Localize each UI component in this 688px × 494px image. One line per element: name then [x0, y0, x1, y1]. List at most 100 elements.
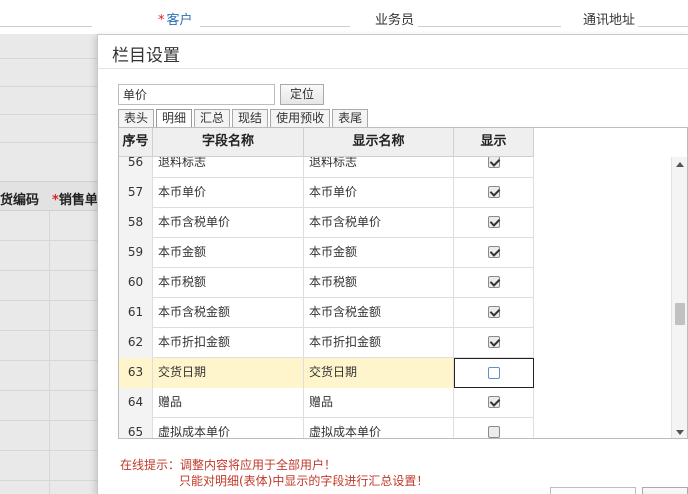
column-header-field-name[interactable]: 字段名称	[153, 128, 304, 157]
locate-button[interactable]: 定位	[280, 84, 324, 105]
display-name-cell[interactable]: 交货日期	[304, 358, 454, 388]
show-checkbox[interactable]	[487, 305, 500, 318]
show-cell[interactable]	[454, 268, 534, 298]
column-header-show[interactable]: 显示	[454, 128, 534, 157]
table-row[interactable]: 59 本币金额 本币金额	[119, 238, 534, 268]
table-row[interactable]: 60 本币税额 本币税额	[119, 268, 534, 298]
show-cell[interactable]	[454, 298, 534, 328]
row-number-cell[interactable]: 58	[119, 208, 153, 238]
show-cell[interactable]	[454, 328, 534, 358]
grid-line	[0, 300, 100, 301]
table-row[interactable]: 57 本币单价 本币单价	[119, 178, 534, 208]
vertical-scrollbar[interactable]	[671, 157, 687, 438]
field-name-cell[interactable]: 本币含税金额	[153, 298, 304, 328]
display-name-cell[interactable]: 本币金额	[304, 238, 454, 268]
salesperson-input-line[interactable]	[418, 26, 561, 27]
display-name-cell[interactable]: 本币折扣金额	[304, 328, 454, 358]
show-cell[interactable]	[454, 418, 534, 438]
tab-footer[interactable]: 表尾	[332, 109, 369, 127]
tab-summary[interactable]: 汇总	[194, 109, 231, 127]
tab-header[interactable]: 表头	[118, 109, 155, 127]
column-header-no[interactable]: 序号	[119, 128, 153, 157]
scroll-down-arrow-icon[interactable]	[676, 430, 684, 435]
field-underline	[0, 26, 92, 27]
display-name-cell[interactable]: 退料标志	[304, 157, 454, 178]
display-name-cell[interactable]: 本币税额	[304, 268, 454, 298]
field-name-cell[interactable]: 本币折扣金额	[153, 328, 304, 358]
row-number-cell[interactable]: 65	[119, 418, 153, 438]
show-cell[interactable]	[454, 238, 534, 268]
table-row[interactable]: 61 本币含税金额 本币含税金额	[119, 298, 534, 328]
show-cell[interactable]	[454, 157, 534, 178]
customer-input-line[interactable]	[200, 26, 350, 27]
grid-line	[0, 270, 100, 271]
row-number-cell[interactable]: 59	[119, 238, 153, 268]
salesperson-label: 业务员	[375, 13, 415, 28]
field-name-cell[interactable]: 本币金额	[153, 238, 304, 268]
grid-line	[0, 330, 100, 331]
customer-field-label: * 客户	[158, 9, 193, 28]
table-row[interactable]: 56 退料标志 退料标志	[119, 157, 534, 178]
show-cell[interactable]	[454, 358, 534, 388]
address-input-line[interactable]	[638, 26, 688, 27]
required-marker: *	[52, 193, 59, 208]
footer-input[interactable]	[550, 487, 636, 494]
online-tip-line2: 只能对明细(表体)中显示的字段进行汇总设置！	[179, 474, 429, 488]
row-number-cell[interactable]: 56	[119, 157, 153, 178]
scroll-up-arrow-icon[interactable]	[676, 162, 684, 167]
field-name-cell[interactable]: 本币单价	[153, 178, 304, 208]
field-name-cell[interactable]: 本币含税单价	[153, 208, 304, 238]
field-name-cell[interactable]: 退料标志	[153, 157, 304, 178]
show-checkbox[interactable]	[487, 157, 500, 168]
grid-header: 序号 字段名称 显示名称 显示	[119, 128, 534, 157]
show-checkbox[interactable]	[487, 245, 500, 258]
display-name-cell[interactable]: 本币含税金额	[304, 298, 454, 328]
sales-column-label: 销售单	[58, 193, 98, 208]
show-cell[interactable]	[454, 388, 534, 418]
display-name-cell[interactable]: 赠品	[304, 388, 454, 418]
confirm-button[interactable]	[642, 487, 688, 494]
background-form-header: * 客户 业务员 通讯地址	[0, 0, 688, 34]
grid-line	[0, 58, 100, 59]
tab-cash-settlement[interactable]: 现结	[232, 109, 269, 127]
show-checkbox[interactable]	[487, 395, 500, 408]
field-name-cell[interactable]: 交货日期	[153, 358, 304, 388]
goods-code-column-header: 货编码	[0, 193, 40, 208]
background-grid-header: 货编码 *销售单	[0, 181, 100, 211]
row-number-cell[interactable]: 64	[119, 388, 153, 418]
tab-detail[interactable]: 明细	[156, 109, 193, 128]
row-number-cell[interactable]: 60	[119, 268, 153, 298]
column-header-display-name[interactable]: 显示名称	[304, 128, 454, 157]
table-row[interactable]: 58 本币含税单价 本币含税单价	[119, 208, 534, 238]
show-checkbox[interactable]	[487, 215, 500, 228]
display-name-cell[interactable]: 虚拟成本单价	[304, 418, 454, 438]
customer-label: 客户	[166, 13, 193, 28]
row-number-cell[interactable]: 61	[119, 298, 153, 328]
table-row[interactable]: 63 交货日期 交货日期	[119, 358, 534, 388]
field-name-cell[interactable]: 本币税额	[153, 268, 304, 298]
grid-line	[0, 360, 100, 361]
row-number-cell[interactable]: 62	[119, 328, 153, 358]
scrollbar-thumb[interactable]	[675, 303, 685, 325]
grid-column-line	[49, 211, 50, 494]
sales-column-header: *销售单	[52, 189, 98, 208]
display-name-cell[interactable]: 本币含税单价	[304, 208, 454, 238]
search-input[interactable]	[118, 84, 275, 105]
field-name-cell[interactable]: 赠品	[153, 388, 304, 418]
tab-use-advance[interactable]: 使用预收	[270, 109, 331, 127]
row-number-cell[interactable]: 57	[119, 178, 153, 208]
show-checkbox[interactable]	[487, 425, 500, 438]
show-checkbox[interactable]	[487, 275, 500, 288]
row-number-cell[interactable]: 63	[119, 358, 153, 388]
table-row[interactable]: 64 赠品 赠品	[119, 388, 534, 418]
show-cell[interactable]	[454, 178, 534, 208]
show-checkbox[interactable]	[487, 335, 500, 348]
show-cell[interactable]	[454, 208, 534, 238]
grid-line	[0, 142, 100, 143]
display-name-cell[interactable]: 本币单价	[304, 178, 454, 208]
show-checkbox[interactable]	[487, 185, 500, 198]
table-row[interactable]: 62 本币折扣金额 本币折扣金额	[119, 328, 534, 358]
show-checkbox[interactable]	[488, 366, 500, 379]
table-row[interactable]: 65 虚拟成本单价 虚拟成本单价	[119, 418, 534, 438]
field-name-cell[interactable]: 虚拟成本单价	[153, 418, 304, 438]
